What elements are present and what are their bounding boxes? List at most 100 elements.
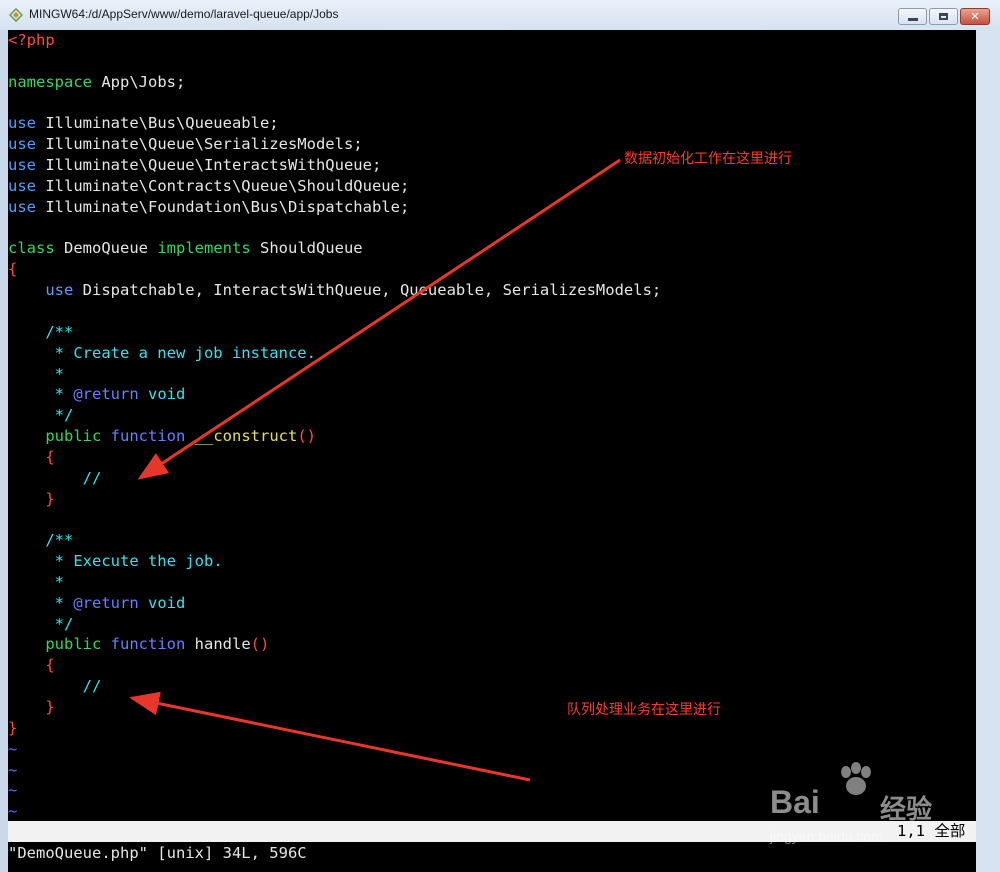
code-token: */ (8, 614, 74, 633)
code-line[interactable]: ~ (8, 739, 976, 760)
code-line[interactable] (8, 218, 976, 239)
code-line[interactable]: namespace App\Jobs; (8, 72, 976, 93)
code-token: * (8, 593, 74, 612)
code-token: /** (8, 531, 74, 550)
code-line[interactable]: /** (8, 530, 976, 551)
code-line[interactable]: use Illuminate\Queue\InteractsWithQueue; (8, 155, 976, 176)
code-token: ~ (8, 739, 18, 758)
code-line[interactable]: } (8, 697, 976, 718)
code-line[interactable]: */ (8, 405, 976, 426)
code-token: ShouldQueue (250, 239, 363, 258)
window-frame-right (976, 30, 1000, 872)
code-token: use (45, 281, 74, 300)
code-token: */ (8, 406, 74, 425)
code-line[interactable]: public function handle() (8, 634, 976, 655)
code-token: } (8, 718, 18, 737)
minimize-icon (907, 18, 918, 21)
code-token: // (8, 677, 102, 696)
code-line[interactable]: use Illuminate\Bus\Queueable; (8, 113, 976, 134)
code-token: { (8, 447, 55, 466)
code-line[interactable]: // (8, 676, 976, 697)
maximize-button[interactable] (929, 8, 958, 25)
code-token: * (8, 572, 64, 591)
code-line[interactable]: } (8, 718, 976, 739)
code-token: Illuminate\Foundation\Bus\Dispatchable; (36, 197, 410, 216)
code-token: @return (73, 385, 139, 404)
window-title: MINGW64:/d/AppServ/www/demo/laravel-queu… (29, 7, 339, 21)
code-line[interactable]: public function __construct() (8, 426, 976, 447)
code-line[interactable]: */ (8, 614, 976, 635)
code-line[interactable]: * @return void (8, 593, 976, 614)
code-token: Dispatchable, InteractsWithQueue, Queuea… (73, 281, 662, 300)
code-token: <?php (8, 31, 55, 49)
code-line[interactable]: { (8, 655, 976, 676)
window-frame-left (0, 30, 8, 872)
code-token: Illuminate\Contracts\Queue\ShouldQueue; (36, 176, 410, 195)
code-token: * Execute the job. (8, 552, 223, 571)
code-token: use (8, 176, 36, 195)
code-line[interactable]: * Create a new job instance. (8, 343, 976, 364)
code-line[interactable] (8, 51, 976, 72)
watermark-brand: Bai (770, 784, 820, 820)
code-line[interactable]: * Execute the job. (8, 551, 976, 572)
close-button[interactable]: ✕ (960, 8, 990, 25)
code-token: * Create a new job instance. (8, 343, 316, 362)
code-token: * (8, 385, 74, 404)
code-token: void (138, 593, 186, 612)
window-titlebar[interactable]: MINGW64:/d/AppServ/www/demo/laravel-queu… (0, 0, 1000, 31)
code-token: DemoQueue (54, 239, 158, 258)
code-line[interactable]: use Illuminate\Foundation\Bus\Dispatchab… (8, 197, 976, 218)
mingw-app-icon (9, 8, 23, 22)
code-line[interactable] (8, 93, 976, 114)
code-token: use (8, 114, 36, 133)
code-line[interactable] (8, 301, 976, 322)
code-token: () (297, 427, 316, 446)
code-token: void (138, 385, 186, 404)
code-token: } (8, 698, 55, 716)
code-token: function (110, 427, 186, 446)
baidu-watermark: Bai 经验 jingyan.baidu.com (764, 762, 964, 852)
code-token: function (110, 635, 186, 654)
terminal-area[interactable]: <?php namespace App\Jobs; use Illuminate\B… (8, 30, 976, 872)
code-line[interactable]: // (8, 468, 976, 489)
code-line[interactable]: { (8, 447, 976, 468)
code-token: } (8, 489, 55, 508)
code-token: use (8, 135, 36, 154)
code-token: @return (73, 593, 139, 612)
code-line[interactable]: use Dispatchable, InteractsWithQueue, Qu… (8, 280, 976, 301)
code-token: // (8, 468, 102, 487)
code-line[interactable]: /** (8, 322, 976, 343)
code-line[interactable]: * @return void (8, 384, 976, 405)
code-token: namespace (8, 72, 92, 91)
code-token: ~ (8, 781, 18, 800)
code-line[interactable]: class DemoQueue implements ShouldQueue (8, 238, 976, 259)
code-token: () (250, 635, 270, 654)
code-token: __construct (185, 427, 298, 446)
code-token: public (45, 427, 102, 446)
minimize-button[interactable] (898, 8, 927, 25)
code-line[interactable]: use Illuminate\Contracts\Queue\ShouldQue… (8, 176, 976, 197)
code-line[interactable]: } (8, 489, 976, 510)
code-buffer[interactable]: <?php namespace App\Jobs; use Illuminate\B… (8, 30, 976, 822)
code-token: use (8, 197, 36, 216)
code-token: Illuminate\Queue\SerializesModels; (36, 135, 363, 154)
watermark-url: jingyan.baidu.com (770, 828, 883, 844)
code-token: class (8, 239, 55, 258)
code-line[interactable]: use Illuminate\Queue\SerializesModels; (8, 134, 976, 155)
code-line[interactable]: * (8, 364, 976, 385)
code-line[interactable]: <?php (8, 30, 976, 51)
code-token: ~ (8, 760, 18, 779)
code-token: /** (8, 322, 74, 341)
code-token: App\Jobs; (92, 72, 186, 91)
code-line[interactable] (8, 509, 976, 530)
watermark-brand-cn: 经验 (880, 795, 933, 825)
code-token: use (8, 156, 36, 175)
code-line[interactable]: * (8, 572, 976, 593)
close-icon: ✕ (970, 10, 980, 23)
code-line[interactable]: { (8, 259, 976, 280)
code-token: Illuminate\Bus\Queueable; (36, 114, 279, 133)
